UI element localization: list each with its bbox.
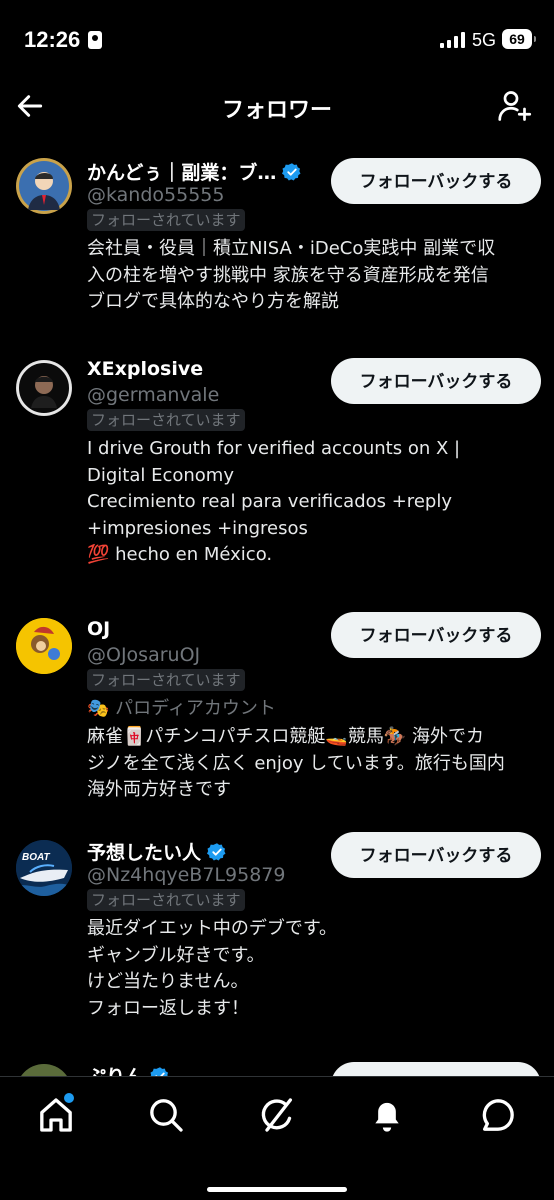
display-name[interactable]: 予想したい人 — [87, 838, 227, 865]
display-name[interactable]: ぷりん — [87, 1062, 170, 1076]
notifications-icon[interactable] — [367, 1095, 407, 1135]
follows-you-badge: フォローされています — [87, 669, 245, 691]
network-type: 5G — [472, 30, 497, 50]
top-bar: フォロワー — [0, 80, 554, 136]
status-time: 12:26 — [24, 27, 81, 52]
status-bar: 12:26 5G 69 — [0, 0, 554, 80]
follows-you-badge: フォローされています — [87, 409, 245, 431]
avatar[interactable] — [16, 618, 72, 674]
contact-card-icon — [88, 31, 102, 49]
display-name-text: 予想したい人 — [87, 842, 202, 864]
list-item[interactable]: XExplosive @germanvale フォローされています I driv… — [0, 348, 554, 598]
page-title: フォロワー — [221, 98, 332, 123]
cellular-signal-icon — [440, 32, 466, 48]
follows-you-badge: フォローされています — [87, 889, 245, 911]
handle: @kando55555 — [87, 184, 225, 206]
follow-back-button[interactable]: フォローバックする — [331, 358, 541, 404]
messages-icon[interactable] — [478, 1095, 518, 1135]
add-user-icon[interactable] — [496, 88, 532, 124]
avatar[interactable] — [16, 360, 72, 416]
parody-account-label: 🎭 パロディアカウント — [87, 698, 276, 719]
list-item[interactable]: BOAT 予想したい人 @Nz4hqyeB7L95879 フォローされています … — [0, 832, 554, 1052]
verified-badge-icon — [207, 842, 226, 860]
followers-list: かんどぅ｜副業：ブ… @kando55555 フォローされています 会社員・役員… — [0, 148, 554, 1076]
bio: 会社員・役員｜積立NISA・iDeCo実践中 副業で収 入の柱を増やす挑戦中 家… — [87, 238, 496, 312]
display-name[interactable]: OJ — [87, 618, 110, 640]
display-name-text: OJ — [87, 618, 111, 640]
home-indicator — [207, 1187, 347, 1192]
battery-icon: 69 — [502, 29, 536, 49]
display-name[interactable]: かんどぅ｜副業：ブ… — [87, 158, 302, 185]
follow-back-button[interactable]: フォローバックする — [331, 612, 541, 658]
bottom-nav — [0, 1076, 554, 1200]
list-item[interactable]: OJ @OJosaruOJ フォローされています 🎭 パロディアカウント 麻雀🀄… — [0, 610, 554, 828]
bio: 最近ダイエット中のデブです。 ギャンブル好きです。 けど当たりません。 フォロー… — [87, 918, 338, 1019]
list-item[interactable]: ぷりん — [0, 1058, 554, 1076]
notification-dot — [62, 1091, 76, 1105]
grok-icon[interactable] — [257, 1095, 297, 1135]
list-item[interactable]: かんどぅ｜副業：ブ… @kando55555 フォローされています 会社員・役員… — [0, 148, 554, 338]
handle: @OJosaruOJ — [87, 644, 201, 666]
display-name[interactable]: XExplosive — [87, 358, 203, 380]
bio: I drive Grouth for verified accounts on … — [87, 438, 461, 565]
display-name-text: ぷりん — [87, 1062, 144, 1076]
verified-badge-icon — [150, 1066, 169, 1076]
avatar[interactable]: BOAT — [16, 840, 72, 896]
verified-badge-icon — [282, 162, 301, 180]
follow-back-button[interactable]: フォローバックする — [331, 832, 541, 878]
avatar-text: BOAT — [22, 852, 50, 863]
avatar[interactable] — [16, 1064, 72, 1076]
follows-you-badge: フォローされています — [87, 209, 245, 231]
bio: 麻雀🀄パチンコパチスロ競艇🚤競馬🏇 海外でカ ジノを全て浅く広く enjoy し… — [87, 726, 505, 800]
follow-back-button[interactable] — [331, 1062, 541, 1076]
search-icon[interactable] — [146, 1095, 186, 1135]
follow-back-button[interactable]: フォローバックする — [331, 158, 541, 204]
avatar[interactable] — [16, 158, 72, 214]
display-name-text: XExplosive — [87, 358, 204, 380]
handle: @germanvale — [87, 384, 220, 406]
display-name-text: かんどぅ｜副業：ブ… — [87, 162, 277, 184]
handle: @Nz4hqyeB7L95879 — [87, 864, 286, 886]
